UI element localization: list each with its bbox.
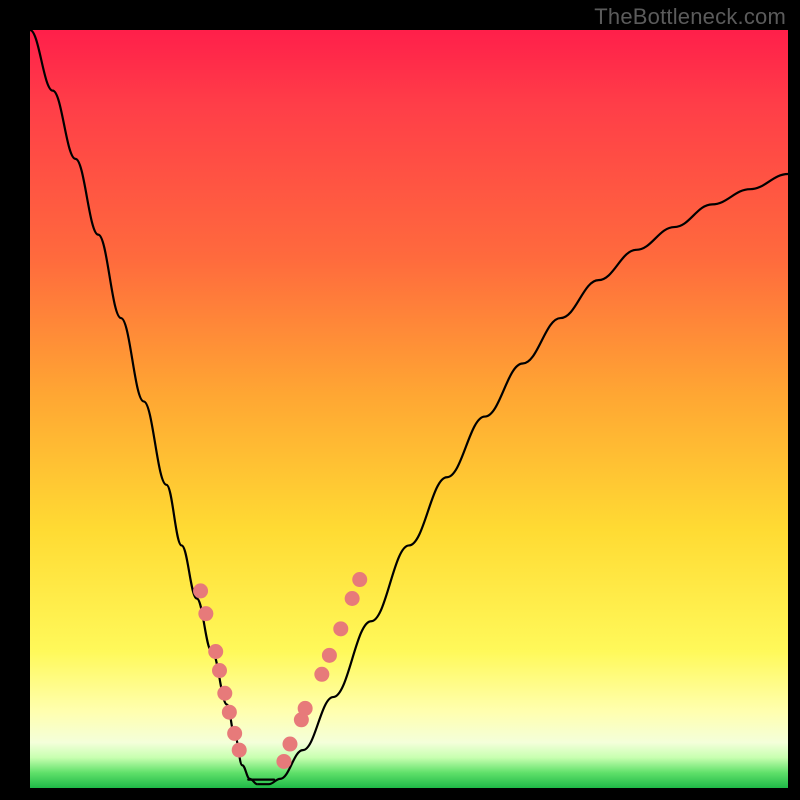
data-dot [208, 644, 223, 659]
chart-frame: TheBottleneck.com [0, 0, 800, 800]
dots-left-group [193, 583, 247, 757]
data-dot [282, 737, 297, 752]
data-dot [352, 572, 367, 587]
data-dot [198, 606, 213, 621]
data-dot [345, 591, 360, 606]
data-dot [276, 754, 291, 769]
bottleneck-curve-right [257, 174, 788, 784]
data-dot [222, 705, 237, 720]
data-dot [212, 663, 227, 678]
watermark-text: TheBottleneck.com [594, 4, 786, 30]
dots-right-group [276, 572, 367, 769]
data-dot [314, 667, 329, 682]
data-dot [232, 743, 247, 758]
data-dot [227, 726, 242, 741]
data-dot [322, 648, 337, 663]
data-dot [193, 583, 208, 598]
data-dot [298, 701, 313, 716]
data-dot [217, 686, 232, 701]
bottleneck-curve-svg [30, 30, 788, 788]
data-dot [333, 621, 348, 636]
plot-area [30, 30, 788, 788]
